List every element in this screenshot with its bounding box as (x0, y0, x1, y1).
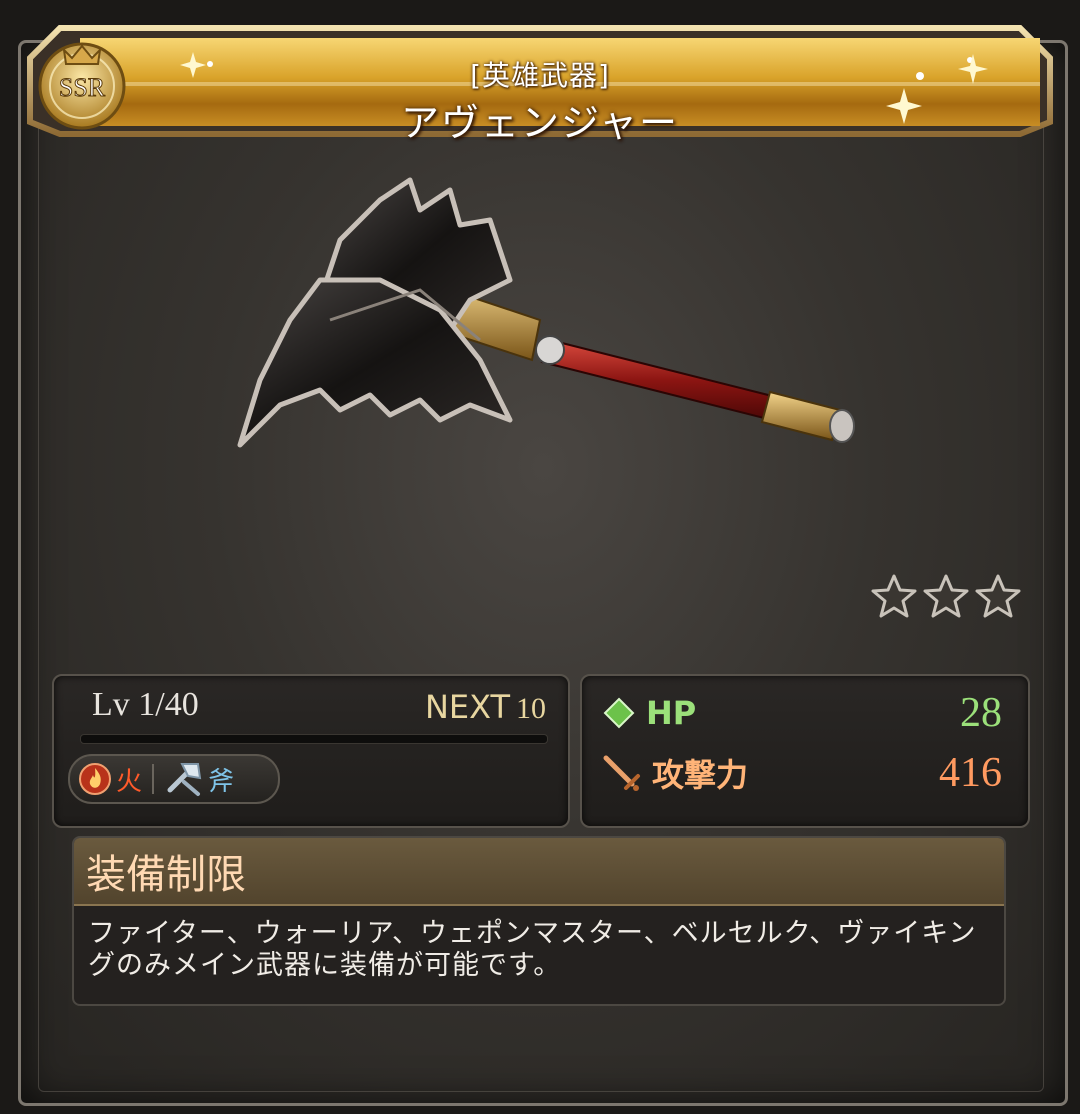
restriction-description: ファイター、ウォーリア、ウェポンマスター、ベルセルク、ヴァイキングのみメイン武器… (88, 918, 977, 981)
ssr-badge-text: SSR (59, 73, 106, 102)
fire-element-icon (79, 763, 111, 795)
weapon-type-label: 斧 (208, 766, 235, 797)
weapon-name: アヴェンジャー (400, 101, 680, 145)
restriction-header: 装備制限 (74, 838, 1004, 906)
restriction-title: 装備制限 (86, 852, 246, 898)
attack-label: 攻撃力 (652, 756, 749, 794)
hp-label: HP (646, 694, 697, 732)
empty-star-icon (871, 574, 917, 618)
hp-diamond-icon (603, 697, 635, 729)
ssr-rarity-badge: SSR (34, 36, 130, 132)
level-text: Lv 1/40 (92, 686, 199, 724)
empty-star-icon (975, 574, 1021, 618)
next-value: 10 (516, 692, 546, 725)
attack-sword-icon (603, 755, 640, 791)
title-banner: [英雄武器] アヴェンジャー (20, 14, 1060, 145)
weapon-type-tag: 斧 (164, 760, 234, 798)
axe-weapon-illustration (237, 177, 855, 448)
weapon-tags: 火 斧 (68, 754, 280, 804)
equip-restriction-panel: 装備制限 ファイター、ウォーリア、ウェポンマスター、ベルセルク、ヴァイキングのみ… (72, 836, 1006, 1006)
attack-row: 攻撃力 416 (602, 748, 1002, 798)
element-label: 火 (116, 766, 143, 797)
hp-row: HP 28 (602, 688, 1002, 738)
weapon-category: [英雄武器] (470, 59, 610, 92)
tag-divider (152, 764, 155, 794)
level-panel: Lv 1/40 NEXT 10 火 斧 (52, 674, 570, 828)
uncap-stars (870, 572, 1022, 620)
empty-star-icon (923, 574, 969, 618)
exp-bar (80, 734, 548, 744)
next-label: NEXT (424, 688, 510, 726)
level-label: Lv (92, 686, 130, 723)
element-tag: 火 (78, 761, 142, 798)
hp-value: 28 (960, 690, 1002, 736)
attack-value: 416 (939, 750, 1002, 796)
level-value: 1/40 (138, 686, 199, 723)
axe-type-icon (167, 763, 202, 796)
stats-panel: HP 28 攻撃力 416 (580, 674, 1030, 828)
next-exp: NEXT 10 (425, 688, 546, 726)
